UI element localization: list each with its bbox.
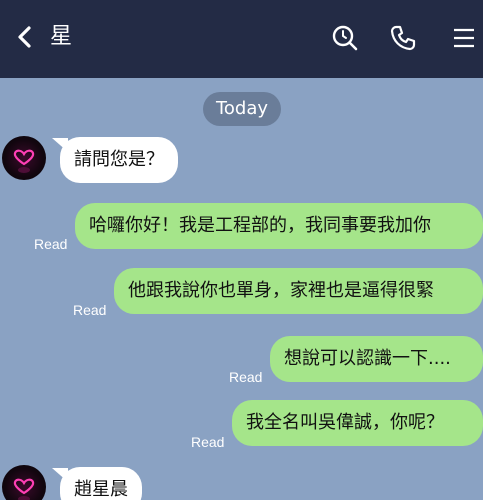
date-separator: Today <box>203 92 281 126</box>
chat-area[interactable]: Today 請問您是？ Read 哈囉你好！我是工程部的，我同事要我加你 Rea… <box>0 78 483 500</box>
neon-heart-icon <box>13 478 35 500</box>
message-bubble-outgoing[interactable]: 哈囉你好！我是工程部的，我同事要我加你 <box>75 203 483 249</box>
chat-header: 星 <box>0 0 483 78</box>
avatar[interactable] <box>2 465 46 500</box>
chevron-left-icon <box>18 26 31 48</box>
read-receipt: Read <box>73 302 107 318</box>
phone-icon <box>390 25 416 51</box>
call-button[interactable] <box>387 22 419 54</box>
message-bubble-outgoing[interactable]: 我全名叫吳偉誠，你呢？ <box>232 400 483 446</box>
back-button[interactable] <box>10 20 40 54</box>
menu-icon <box>454 28 474 48</box>
read-receipt: Read <box>34 236 68 252</box>
read-receipt: Read <box>191 434 225 450</box>
avatar[interactable] <box>2 136 46 180</box>
message-bubble-outgoing[interactable]: 他跟我說你也單身，家裡也是逼得很緊 <box>114 268 483 314</box>
message-bubble-incoming[interactable]: 請問您是？ <box>60 137 178 183</box>
search-button[interactable] <box>329 22 361 54</box>
menu-button[interactable] <box>448 22 480 54</box>
message-bubble-incoming[interactable]: 趙星晨 <box>60 467 142 500</box>
read-receipt: Read <box>229 369 263 385</box>
neon-heart-icon <box>13 149 35 173</box>
chat-title: 星 <box>50 24 73 49</box>
search-icon <box>332 25 358 51</box>
message-bubble-outgoing[interactable]: 想說可以認識一下.... <box>270 336 483 382</box>
